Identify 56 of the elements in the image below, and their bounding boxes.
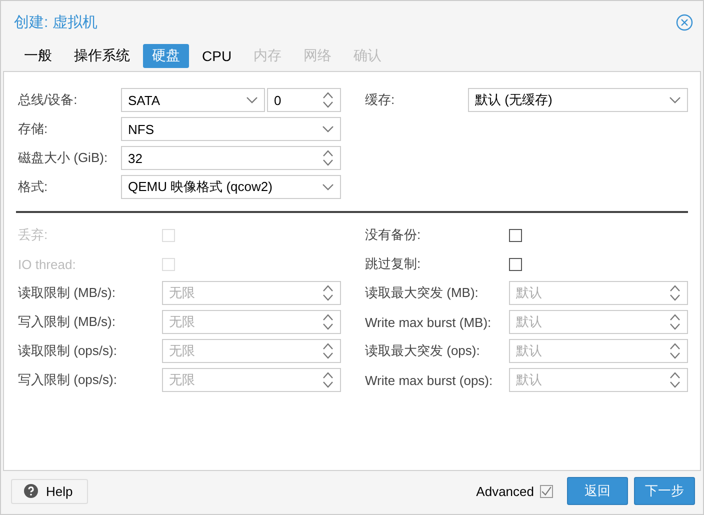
number-field[interactable]: 无限: [162, 310, 341, 334]
number-field[interactable]: 默认: [509, 281, 688, 305]
spinner-arrows-icon: [669, 371, 681, 389]
field-label: 跳过复制:: [364, 255, 422, 273]
spinner-arrows-icon: [322, 313, 334, 331]
number-field[interactable]: 无限: [162, 339, 341, 363]
close-icon[interactable]: [676, 14, 693, 31]
number-field[interactable]: 0: [267, 88, 341, 112]
field-label: 格式:: [17, 178, 49, 196]
checkbox[interactable]: [509, 258, 522, 270]
spinner-arrows-icon: [669, 342, 681, 360]
check-icon: [541, 486, 552, 496]
number-field[interactable]: 无限: [162, 281, 341, 305]
spinner-arrows-icon: [669, 284, 681, 302]
next-button[interactable]: 下一步: [634, 477, 695, 505]
dropdown-field[interactable]: QEMU 映像格式 (qcow2): [121, 175, 341, 199]
number-field[interactable]: 默认: [509, 310, 688, 334]
field-label: 读取限制 (MB/s):: [17, 284, 116, 302]
field-label: 总线/设备:: [17, 91, 78, 109]
field-label: 读取最大突发 (MB):: [364, 284, 480, 302]
number-field[interactable]: 无限: [162, 368, 341, 392]
advanced-label: Advanced: [476, 484, 534, 498]
dropdown-field[interactable]: SATA: [121, 88, 265, 112]
advanced-checkbox[interactable]: [540, 484, 553, 498]
field-label: 读取限制 (ops/s):: [17, 342, 118, 360]
number-field[interactable]: 默认: [509, 368, 688, 392]
help-icon: [24, 484, 38, 498]
help-button[interactable]: Help: [11, 478, 88, 504]
field-label: 写入限制 (ops/s):: [17, 371, 118, 389]
field-label: IO thread:: [17, 256, 77, 272]
field-label: 存储:: [17, 120, 49, 138]
field-label: 缓存:: [364, 91, 396, 109]
tab[interactable]: 操作系统: [65, 44, 139, 68]
spinner-arrows-icon: [322, 371, 334, 389]
tab[interactable]: 一般: [15, 44, 61, 68]
field-label: 写入限制 (MB/s):: [17, 313, 116, 331]
spinner-arrows-icon: [669, 313, 681, 331]
number-field[interactable]: 默认: [509, 339, 688, 363]
field-label: Write max burst (MB):: [364, 314, 492, 330]
spinner-arrows-icon: [322, 284, 334, 302]
field-label: Write max burst (ops):: [364, 372, 494, 388]
tab[interactable]: CPU: [193, 44, 241, 68]
dropdown-field[interactable]: 默认 (无缓存): [468, 88, 688, 112]
spinner-arrows-icon: [322, 149, 334, 167]
field-label: 丢弃:: [17, 226, 49, 244]
field-label: 读取最大突发 (ops):: [364, 342, 481, 360]
field-label: 磁盘大小 (GiB):: [17, 149, 109, 167]
number-field[interactable]: 32: [121, 146, 341, 170]
checkbox[interactable]: [509, 228, 522, 242]
field-label: 没有备份:: [364, 226, 422, 244]
spinner-arrows-icon: [322, 91, 334, 109]
tab[interactable]: 硬盘: [143, 44, 189, 68]
window-title: 创建: 虚拟机: [14, 13, 98, 32]
dropdown-field[interactable]: NFS: [121, 117, 341, 141]
spinner-arrows-icon: [322, 342, 334, 360]
back-button[interactable]: 返回: [567, 477, 628, 505]
